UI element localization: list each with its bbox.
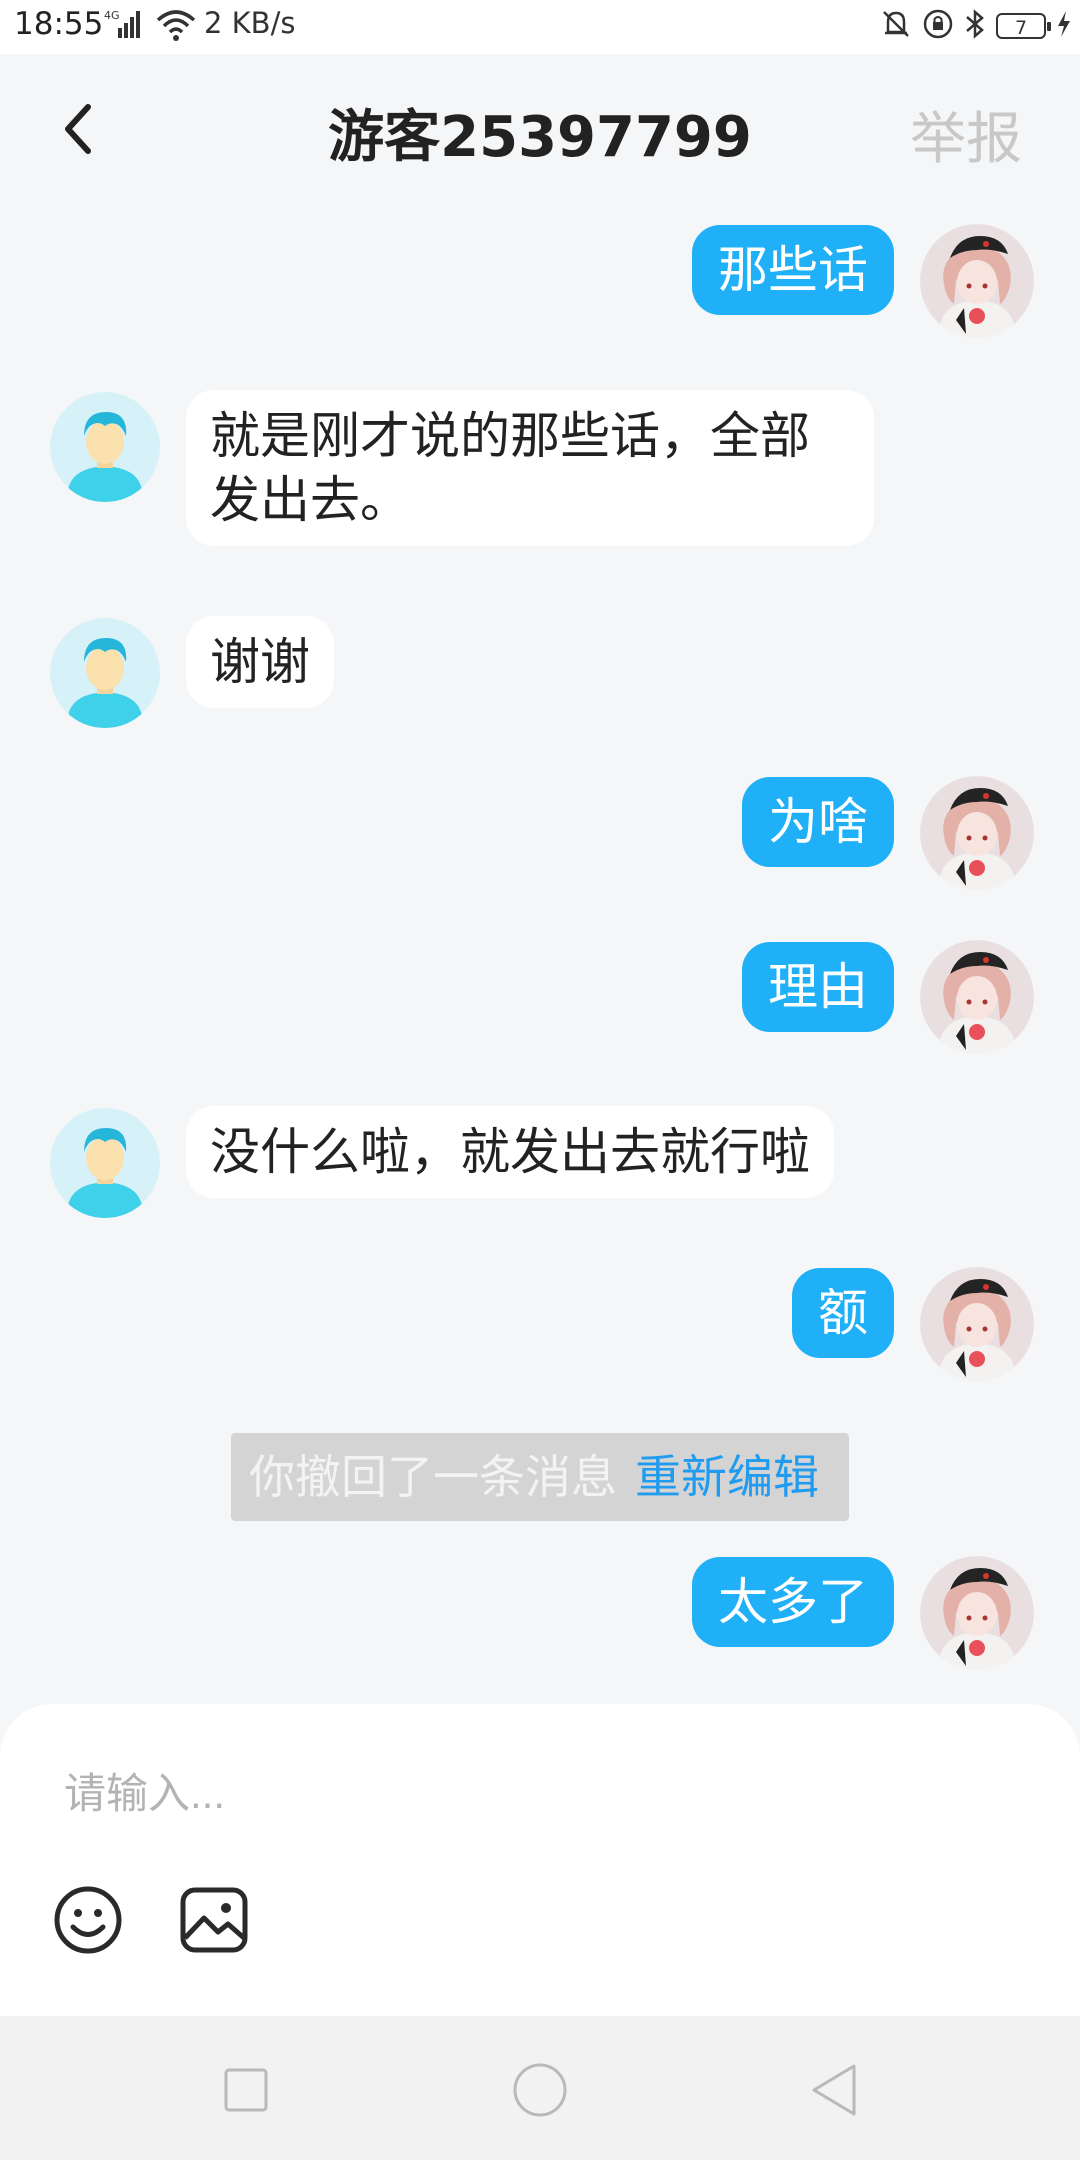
- message-bubble-sent[interactable]: 那些话: [692, 225, 894, 315]
- charging-icon: [1056, 10, 1072, 42]
- chat-header: 游客25397799 举报: [0, 54, 1080, 199]
- signal-icon: 4G: [104, 8, 144, 44]
- home-circle-icon: [513, 2063, 567, 2117]
- rotation-lock-icon: [922, 8, 954, 44]
- my-avatar[interactable]: [920, 224, 1034, 338]
- status-icons: 7: [880, 8, 1072, 44]
- message-bubble-received[interactable]: 没什么啦，就发出去就行啦: [186, 1106, 834, 1198]
- message-bubble-sent[interactable]: 额: [792, 1268, 894, 1358]
- mute-icon: [880, 8, 912, 44]
- re-edit-link[interactable]: 重新编辑: [635, 1450, 819, 1504]
- home-button[interactable]: [508, 2058, 572, 2122]
- system-nav-bar: [0, 2016, 1080, 2160]
- battery-icon: 7: [996, 13, 1051, 39]
- my-avatar[interactable]: [920, 940, 1034, 1054]
- contact-avatar[interactable]: [50, 392, 160, 502]
- emoji-button[interactable]: [52, 1884, 132, 1964]
- bluetooth-icon: [964, 8, 986, 44]
- input-panel: [0, 1704, 1080, 2016]
- status-time: 18:55: [14, 6, 104, 42]
- message-input[interactable]: [62, 1758, 966, 1830]
- image-button[interactable]: [178, 1884, 258, 1964]
- recall-notice: 你撤回了一条消息 重新编辑: [231, 1433, 849, 1521]
- message-bubble-sent[interactable]: 理由: [742, 942, 894, 1032]
- message-bubble-received[interactable]: 就是刚才说的那些话，全部发出去。: [186, 390, 874, 546]
- my-avatar[interactable]: [920, 1556, 1034, 1670]
- my-avatar[interactable]: [920, 1267, 1034, 1381]
- back-nav-button[interactable]: [802, 2058, 866, 2122]
- status-bar: 18:55 4G 2 KB/s 7: [0, 0, 1080, 54]
- back-triangle-icon: [812, 2064, 856, 2116]
- svg-text:4G: 4G: [104, 9, 120, 22]
- wifi-icon: [154, 8, 198, 46]
- contact-avatar[interactable]: [50, 1108, 160, 1218]
- recall-notice-text: 你撤回了一条消息: [249, 1450, 617, 1504]
- my-avatar[interactable]: [920, 776, 1034, 890]
- message-bubble-received[interactable]: 谢谢: [186, 616, 334, 708]
- contact-avatar[interactable]: [50, 618, 160, 728]
- message-bubble-sent[interactable]: 太多了: [692, 1557, 894, 1647]
- recents-square-icon: [224, 2068, 268, 2112]
- image-icon: [180, 1887, 248, 1953]
- network-speed: 2 KB/s: [204, 6, 296, 40]
- message-bubble-sent[interactable]: 为啥: [742, 777, 894, 867]
- emoji-icon: [54, 1886, 122, 1954]
- report-button[interactable]: 举报: [910, 94, 1022, 175]
- recents-button[interactable]: [214, 2058, 278, 2122]
